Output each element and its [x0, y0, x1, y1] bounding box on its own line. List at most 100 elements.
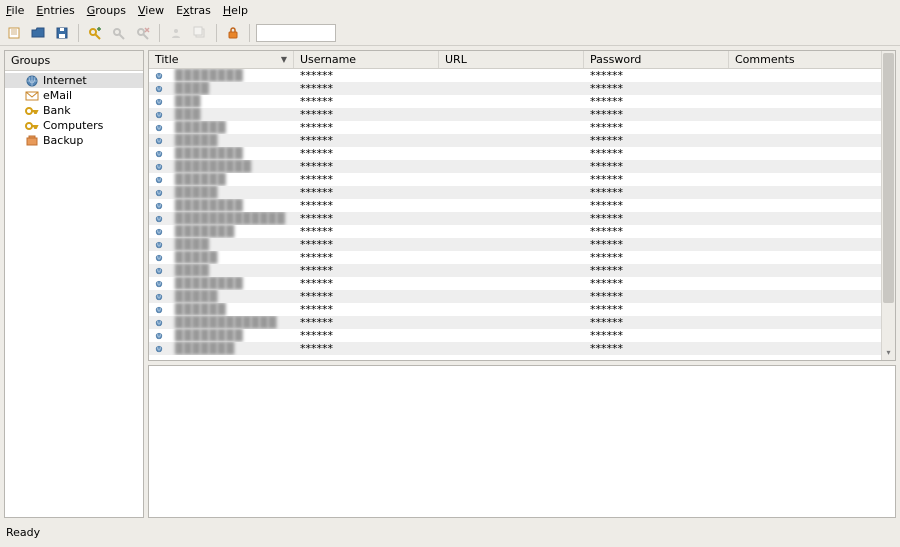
- cell-password: ******: [584, 121, 729, 134]
- sidebar-item-label: Bank: [43, 104, 71, 117]
- entry-icon: [149, 265, 169, 277]
- table-row[interactable]: ███████************: [149, 225, 881, 238]
- table-row[interactable]: ████████************: [149, 69, 881, 82]
- col-password-header[interactable]: Password: [584, 51, 729, 68]
- cell-title: ███████: [169, 225, 294, 238]
- table-row[interactable]: ██████************: [149, 173, 881, 186]
- cell-password: ******: [584, 173, 729, 186]
- key-icon: [25, 120, 39, 132]
- col-url-header[interactable]: URL: [439, 51, 584, 68]
- cell-password: ******: [584, 186, 729, 199]
- menu-help[interactable]: Help: [223, 4, 248, 17]
- menu-extras[interactable]: Extras: [176, 4, 211, 17]
- table-row[interactable]: █████************: [149, 134, 881, 147]
- entry-icon: [149, 122, 169, 134]
- save-db-button[interactable]: [52, 23, 72, 43]
- cell-title: ████████: [169, 199, 294, 212]
- entry-icon: [149, 70, 169, 82]
- entry-icon: [149, 213, 169, 225]
- entry-icon: [149, 343, 169, 355]
- search-input[interactable]: [256, 24, 336, 42]
- col-comments-header[interactable]: Comments: [729, 51, 881, 68]
- table-row[interactable]: ████************: [149, 264, 881, 277]
- table-row[interactable]: ██████************: [149, 121, 881, 134]
- table-row[interactable]: ████████************: [149, 329, 881, 342]
- entry-icon: [149, 252, 169, 264]
- table-row[interactable]: █████████████************: [149, 212, 881, 225]
- cell-username: ******: [294, 147, 439, 160]
- cell-title: ███: [169, 95, 294, 108]
- delete-entry-button[interactable]: [133, 23, 153, 43]
- cell-password: ******: [584, 225, 729, 238]
- add-entry-button[interactable]: [85, 23, 105, 43]
- cell-title: ████: [169, 238, 294, 251]
- table-row[interactable]: ███████************: [149, 342, 881, 355]
- cell-username: ******: [294, 277, 439, 290]
- copy-user-button[interactable]: [166, 23, 186, 43]
- cell-password: ******: [584, 212, 729, 225]
- col-title-header[interactable]: Title▼: [149, 51, 294, 68]
- menubar: File Entries Groups View Extras Help: [0, 0, 900, 20]
- cell-title: ████████████: [169, 316, 294, 329]
- table-row[interactable]: █████************: [149, 251, 881, 264]
- scroll-thumb[interactable]: [883, 53, 894, 303]
- entry-icon: [149, 174, 169, 186]
- table-row[interactable]: █████████************: [149, 160, 881, 173]
- key-icon: [25, 105, 39, 117]
- cell-username: ******: [294, 160, 439, 173]
- table-row[interactable]: ████████************: [149, 147, 881, 160]
- vertical-scrollbar[interactable]: ▾: [881, 51, 895, 360]
- scroll-down-icon[interactable]: ▾: [882, 346, 895, 358]
- entry-icon: [149, 96, 169, 108]
- status-text: Ready: [6, 526, 40, 539]
- menu-view[interactable]: View: [138, 4, 164, 17]
- cell-username: ******: [294, 199, 439, 212]
- menu-entries[interactable]: Entries: [36, 4, 74, 17]
- cell-username: ******: [294, 316, 439, 329]
- sidebar-item-email[interactable]: eMail: [5, 88, 143, 103]
- cell-username: ******: [294, 212, 439, 225]
- sidebar-item-label: Computers: [43, 119, 103, 132]
- cell-title: ████████: [169, 147, 294, 160]
- table-row[interactable]: ███************: [149, 95, 881, 108]
- globe-icon: [25, 75, 39, 87]
- cell-title: ████████: [169, 329, 294, 342]
- edit-entry-button[interactable]: [109, 23, 129, 43]
- copy-pass-button[interactable]: [190, 23, 210, 43]
- cell-title: ████: [169, 82, 294, 95]
- sidebar-item-computers[interactable]: Computers: [5, 118, 143, 133]
- table-row[interactable]: ██████************: [149, 303, 881, 316]
- col-username-header[interactable]: Username: [294, 51, 439, 68]
- cell-password: ******: [584, 238, 729, 251]
- table-body: ████████************████************███*…: [149, 69, 881, 355]
- cell-password: ******: [584, 147, 729, 160]
- sidebar-item-label: Internet: [43, 74, 87, 87]
- table-row[interactable]: █████************: [149, 186, 881, 199]
- cell-username: ******: [294, 251, 439, 264]
- menu-file[interactable]: File: [6, 4, 24, 17]
- table-row[interactable]: ███************: [149, 108, 881, 121]
- new-db-button[interactable]: [4, 23, 24, 43]
- table-row[interactable]: █████************: [149, 290, 881, 303]
- cell-password: ******: [584, 342, 729, 355]
- lock-button[interactable]: [223, 23, 243, 43]
- table-row[interactable]: ████************: [149, 238, 881, 251]
- entry-table: Title▼ Username URL Password Comments ██…: [148, 50, 896, 361]
- toolbar-divider: [78, 24, 79, 42]
- sidebar-item-label: eMail: [43, 89, 72, 102]
- cell-title: ████████: [169, 69, 294, 82]
- menu-groups[interactable]: Groups: [87, 4, 126, 17]
- table-row[interactable]: ████████████************: [149, 316, 881, 329]
- cell-title: █████: [169, 186, 294, 199]
- table-row[interactable]: ████************: [149, 82, 881, 95]
- open-db-button[interactable]: [28, 23, 48, 43]
- sidebar-item-backup[interactable]: Backup: [5, 133, 143, 148]
- table-row[interactable]: ████████************: [149, 199, 881, 212]
- cell-username: ******: [294, 290, 439, 303]
- sidebar-item-bank[interactable]: Bank: [5, 103, 143, 118]
- cell-username: ******: [294, 342, 439, 355]
- sidebar-item-internet[interactable]: Internet: [5, 73, 143, 88]
- table-row[interactable]: ████████************: [149, 277, 881, 290]
- cell-username: ******: [294, 303, 439, 316]
- right-pane: Title▼ Username URL Password Comments ██…: [148, 50, 896, 518]
